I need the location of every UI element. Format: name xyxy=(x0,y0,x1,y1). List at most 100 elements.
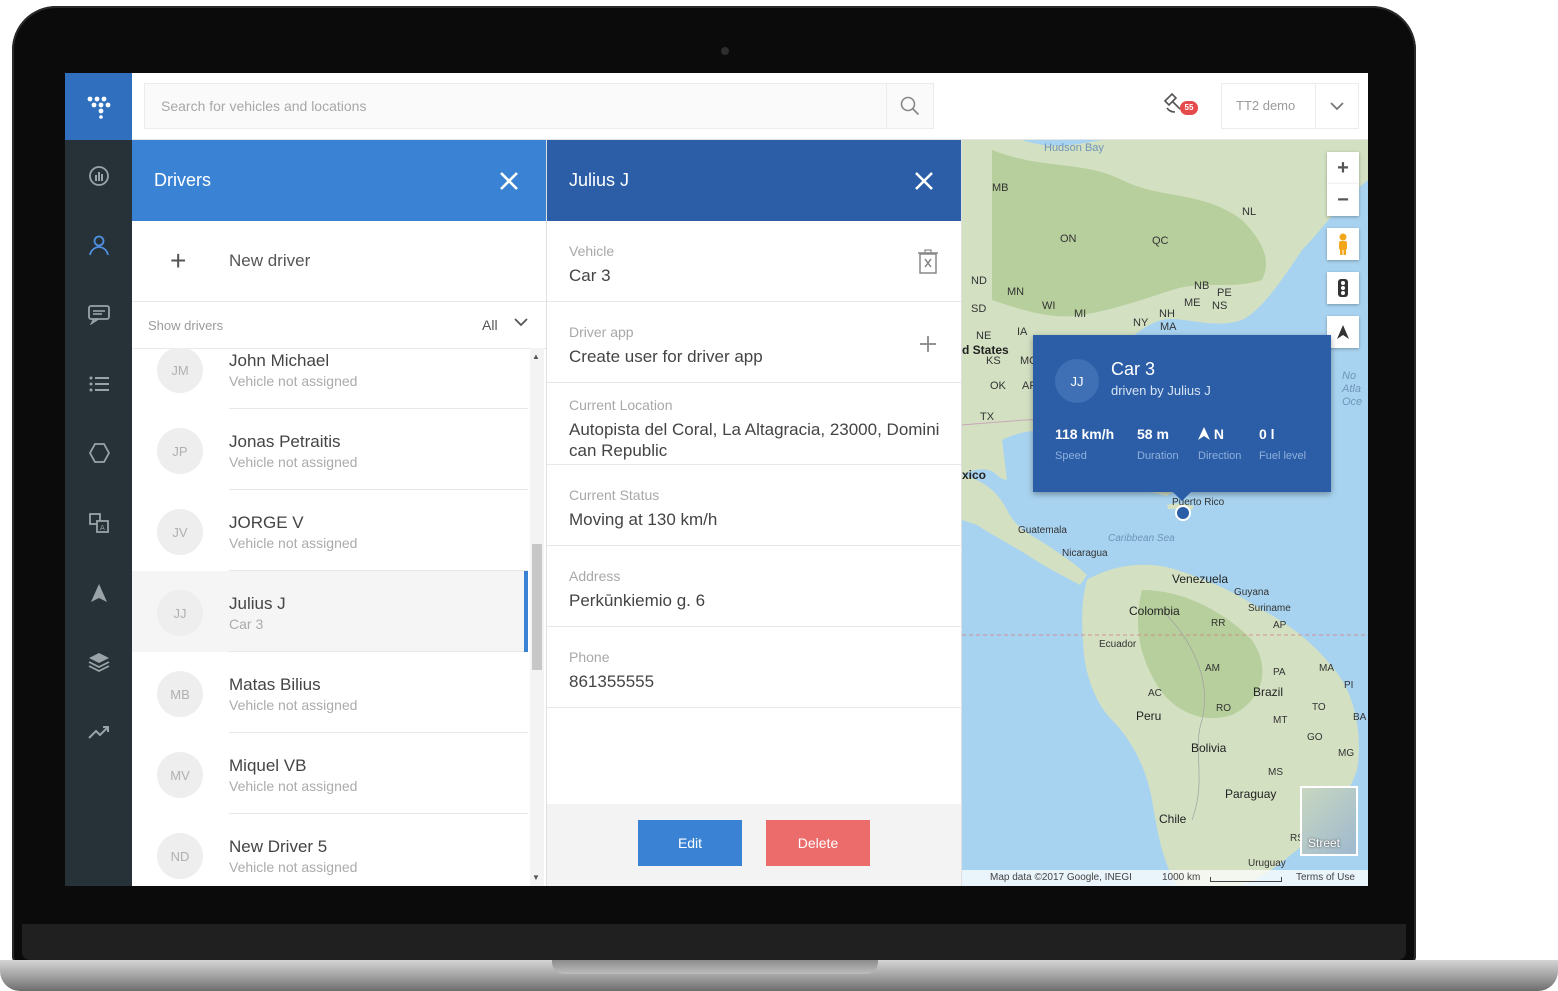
street-label: Street xyxy=(1308,836,1341,850)
field-driver-app: Driver app Create user for driver app xyxy=(547,302,961,383)
delete-button[interactable]: Delete xyxy=(766,820,870,866)
driver-name: JORGE V xyxy=(229,513,304,532)
street-view-button[interactable] xyxy=(1327,228,1359,260)
driver-list-item[interactable]: JJ Julius J Car 3 xyxy=(132,571,528,652)
drivers-panel-header: Drivers xyxy=(132,140,546,221)
close-icon[interactable] xyxy=(911,168,937,194)
map-label: MT xyxy=(1273,715,1288,726)
nav-navigation[interactable] xyxy=(65,570,132,616)
stat-label: Speed xyxy=(1055,450,1087,462)
field-value: Moving at 130 km/h xyxy=(569,510,718,529)
add-icon[interactable] xyxy=(917,330,939,356)
zoom-out-button[interactable]: − xyxy=(1327,184,1359,216)
zoom-in-button[interactable]: + xyxy=(1327,152,1359,184)
geofence-icon xyxy=(88,443,110,463)
dashboard-icon xyxy=(88,166,109,186)
map-label: AM xyxy=(1205,663,1220,674)
driver-list-item[interactable]: JP Jonas Petraitis Vehicle not assigned xyxy=(132,409,528,490)
search-input[interactable] xyxy=(145,84,921,128)
vehicle-info-popup[interactable]: JJ Car 3 driven by Julius J 118 km/h Spe… xyxy=(1033,335,1331,501)
edit-button[interactable]: Edit xyxy=(638,820,742,866)
map-label: TO xyxy=(1312,702,1326,713)
map-view[interactable]: Hudson Bay MB ON QC NL ND MN SD WI MI NE… xyxy=(962,140,1368,886)
map-label: KS xyxy=(986,355,1001,367)
avatar: JP xyxy=(157,428,203,474)
nav-reports[interactable]: A xyxy=(65,500,132,546)
stat-value: 118 km/h xyxy=(1055,426,1115,442)
map-label: NH xyxy=(1159,308,1175,320)
driver-list-scrollbar[interactable]: ▲ ▼ xyxy=(530,348,544,886)
map-label: RR xyxy=(1211,618,1226,629)
app-logo[interactable] xyxy=(65,73,132,140)
show-drivers-filter[interactable]: Show drivers All xyxy=(132,302,546,349)
traffic-layer-button[interactable] xyxy=(1327,272,1359,304)
map-label: Paraguay xyxy=(1225,787,1277,801)
driver-list-item[interactable]: MB Matas Bilius Vehicle not assigned xyxy=(132,652,528,733)
account-selector[interactable]: TT2 demo xyxy=(1221,83,1359,129)
plus-icon: + xyxy=(170,245,187,276)
drivers-panel: Drivers + New driver Show drivers All JM… xyxy=(132,140,547,886)
map-label: RO xyxy=(1216,703,1231,714)
driver-list-item[interactable]: JM John Michael Vehicle not assigned xyxy=(132,348,528,409)
map-land xyxy=(962,140,1368,886)
stat-value: 58 m xyxy=(1137,426,1169,442)
navigation-arrow-icon xyxy=(1337,325,1349,339)
nav-messages[interactable] xyxy=(65,291,132,337)
details-panel-header: Julius J xyxy=(547,140,961,221)
map-label: Venezuela xyxy=(1172,572,1229,586)
map-label: Brazil xyxy=(1253,685,1284,699)
filter-label: Show drivers xyxy=(148,318,224,333)
scroll-thumb[interactable] xyxy=(532,544,542,670)
account-dropdown-toggle[interactable] xyxy=(1315,84,1358,128)
driver-list-item[interactable]: ND New Driver 5 Vehicle not assigned xyxy=(132,814,528,886)
map-label: MN xyxy=(1007,286,1025,298)
follow-vehicle-button[interactable] xyxy=(1327,316,1359,348)
laptop-notch xyxy=(552,960,878,974)
nav-dashboard[interactable] xyxy=(65,153,132,199)
map-label: MA xyxy=(1160,321,1177,333)
map-label: PI xyxy=(1344,680,1354,691)
map-label: MB xyxy=(992,182,1009,194)
new-driver-label: New driver xyxy=(229,251,311,270)
map-label: Chile xyxy=(1159,812,1187,826)
stat-label: Direction xyxy=(1198,450,1242,462)
map-label: Suriname xyxy=(1248,603,1291,614)
street-map-toggle[interactable]: Street xyxy=(1300,786,1358,856)
svg-text:A: A xyxy=(100,524,105,532)
notifications-button[interactable]: 55 xyxy=(1162,91,1202,123)
map-label: MA xyxy=(1319,663,1334,674)
new-driver-button[interactable]: + New driver xyxy=(132,221,546,302)
map-label: AP xyxy=(1273,620,1287,631)
unassign-vehicle-icon[interactable] xyxy=(917,249,939,275)
close-icon[interactable] xyxy=(496,168,522,194)
nav-drivers[interactable] xyxy=(65,222,132,268)
terms-of-use-link[interactable]: Terms of Use xyxy=(1296,872,1355,883)
driver-list-item[interactable]: MV Miquel VB Vehicle not assigned xyxy=(132,733,528,814)
scroll-down-icon[interactable]: ▼ xyxy=(532,873,540,882)
map-label: MS xyxy=(1268,767,1283,778)
camera xyxy=(721,47,729,55)
nav-list[interactable] xyxy=(65,361,132,407)
field-value: Create user for driver app xyxy=(569,347,763,366)
stat-direction: N Direction xyxy=(1198,426,1241,462)
map-label: OK xyxy=(990,380,1006,392)
nav-geofence[interactable] xyxy=(65,430,132,476)
field-phone: Phone 861355555 xyxy=(547,627,961,708)
stat-value-wrap: N xyxy=(1198,426,1241,442)
driver-vehicle: Vehicle not assigned xyxy=(229,373,358,389)
map-label: Peru xyxy=(1136,709,1162,723)
scroll-up-icon[interactable]: ▲ xyxy=(532,352,540,361)
nav-layers[interactable] xyxy=(65,639,132,685)
nav-trends[interactable] xyxy=(65,709,132,755)
search-button[interactable] xyxy=(886,84,933,128)
map-label: Colombia xyxy=(1129,604,1180,618)
driver-details-panel: Julius J Vehicle Car 3 Driver app Create… xyxy=(547,140,962,886)
traffic-light-icon xyxy=(1338,279,1348,297)
driver-name: John Michael xyxy=(229,351,330,370)
driver-list-item[interactable]: JV JORGE V Vehicle not assigned xyxy=(132,490,528,571)
field-label: Vehicle xyxy=(569,243,615,259)
details-panel-title: Julius J xyxy=(569,170,630,190)
map-label: xico xyxy=(962,468,987,482)
map-label: GO xyxy=(1307,732,1323,743)
map-attribution-bar: Map data ©2017 Google, INEGI 1000 km Ter… xyxy=(962,870,1368,886)
